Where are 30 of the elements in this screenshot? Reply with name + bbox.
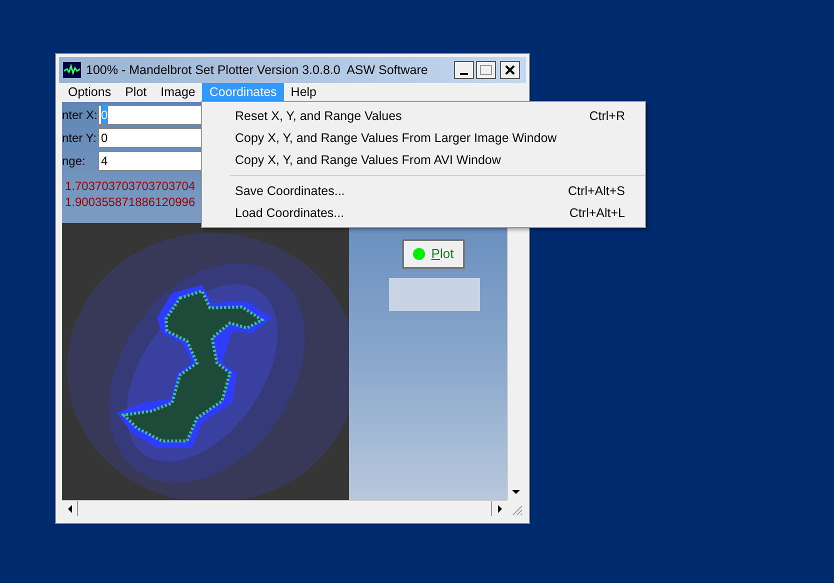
menu-option[interactable]: Copy X, Y, and Range Values From AVI Window bbox=[202, 149, 645, 171]
menu-option[interactable]: Reset X, Y, and Range Values Ctrl+R bbox=[202, 105, 645, 127]
menu-item[interactable]: Help bbox=[284, 83, 324, 102]
right-arrow-icon bbox=[498, 504, 502, 512]
field-label: nge: bbox=[62, 153, 86, 170]
close-button[interactable] bbox=[500, 61, 520, 79]
input-field[interactable]: 0 bbox=[98, 128, 202, 148]
left-arrow-icon bbox=[68, 504, 72, 512]
coordinate-readout: 1.900355871886120996 bbox=[64, 194, 196, 210]
close-icon bbox=[505, 65, 515, 75]
window-title: 100% - Mandelbrot Set Plotter Version 3.0.8.0 ASW Software bbox=[86, 62, 429, 79]
maximize-icon bbox=[480, 65, 492, 75]
maximize-button[interactable] bbox=[476, 61, 496, 79]
app-icon bbox=[63, 62, 81, 78]
menu-option[interactable]: Copy X, Y, and Range Values From Larger Image Window bbox=[202, 127, 645, 149]
menu-option[interactable]: Load Coordinates... Ctrl+Alt+L bbox=[202, 202, 645, 224]
coordinate-readout: 1.703703703703703704 bbox=[64, 178, 196, 194]
resize-grip-icon bbox=[511, 504, 523, 516]
down-arrow-icon bbox=[512, 490, 520, 494]
minimize-icon bbox=[460, 73, 468, 75]
field-label: nter Y: bbox=[62, 130, 98, 147]
menu-item[interactable]: Plot bbox=[118, 83, 154, 102]
menu-option[interactable]: Save Coordinates... Ctrl+Alt+S bbox=[202, 180, 645, 202]
minimize-button[interactable] bbox=[454, 61, 474, 79]
menu-item[interactable]: Image bbox=[154, 83, 202, 102]
input-field[interactable]: 4 bbox=[98, 151, 202, 171]
plot-button[interactable]: Plot bbox=[402, 239, 465, 269]
field-label: nter X: bbox=[62, 107, 98, 124]
dot-icon bbox=[413, 248, 426, 260]
menu-item[interactable]: Options bbox=[61, 83, 118, 102]
